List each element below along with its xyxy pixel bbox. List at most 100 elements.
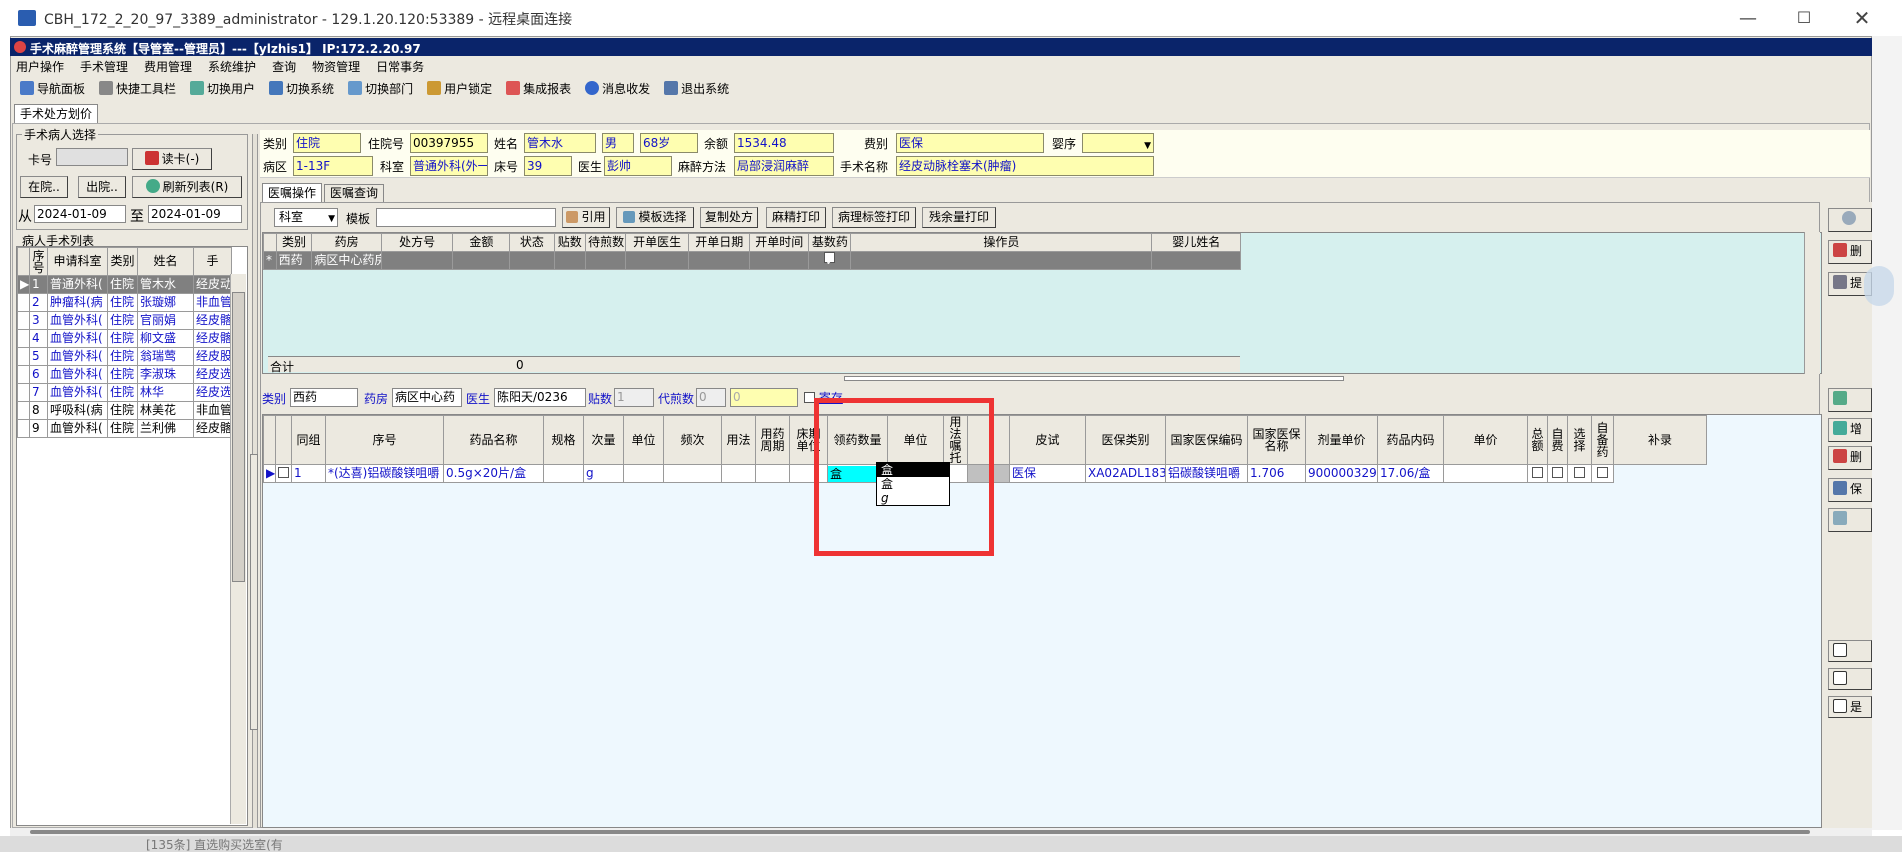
menu-query[interactable]: 查询 bbox=[272, 60, 296, 74]
cell[interactable]: 管木水 bbox=[137, 275, 194, 294]
name-field[interactable]: 管木水 bbox=[524, 133, 596, 153]
cell[interactable]: 林美花 bbox=[137, 401, 194, 420]
add-button[interactable]: 增 bbox=[1828, 418, 1872, 442]
upper-grid-scrollbar[interactable] bbox=[1804, 232, 1820, 374]
cell[interactable]: 血管外科( bbox=[47, 383, 108, 402]
cell-ins-code[interactable]: XA02ADL183A bbox=[1085, 464, 1166, 483]
sex-field[interactable]: 男 bbox=[602, 133, 634, 153]
messages-button[interactable]: 消息收发 bbox=[585, 81, 650, 96]
help-button-2[interactable] bbox=[1828, 668, 1872, 690]
cell-ins-type[interactable]: 医保 bbox=[1009, 464, 1086, 483]
table-row[interactable]: 5 血管外科(住院 翁瑞莺 经皮股 bbox=[17, 347, 232, 366]
cell-unit[interactable]: g bbox=[583, 464, 624, 483]
cell[interactable]: 5 bbox=[29, 347, 48, 366]
minimize-button[interactable]: — bbox=[1736, 8, 1760, 29]
template-select-button[interactable]: 模板选择 bbox=[616, 207, 694, 228]
cell[interactable]: 住院 bbox=[107, 329, 138, 348]
cell[interactable]: 血管外科( bbox=[47, 347, 108, 366]
table-row[interactable]: 2 肿瘤科(病 住院 张璇娜 非血管 bbox=[17, 293, 232, 312]
discharged-button[interactable]: 出院.. bbox=[78, 176, 126, 198]
cell[interactable]: 非血管 bbox=[193, 293, 232, 312]
cell[interactable]: 经皮选 bbox=[193, 383, 232, 402]
card-input[interactable] bbox=[56, 148, 128, 166]
grid-resize-handle[interactable] bbox=[844, 376, 1344, 381]
cell[interactable]: 柳文盛 bbox=[137, 329, 194, 348]
age-field[interactable]: 68岁 bbox=[640, 133, 698, 153]
switch-dept-button[interactable]: 切换部门 bbox=[348, 81, 413, 96]
cell[interactable]: 3 bbox=[29, 311, 48, 330]
cell[interactable]: 2 bbox=[29, 293, 48, 312]
from-date-picker[interactable]: 2024-01-09 bbox=[34, 205, 126, 223]
pharmacy-select[interactable]: 病区中心药 bbox=[392, 388, 462, 407]
supplement-checkbox[interactable] bbox=[1597, 467, 1608, 478]
cell[interactable]: 经皮髂 bbox=[193, 311, 232, 330]
in-hospital-button[interactable]: 在院.. bbox=[20, 176, 68, 198]
cell[interactable]: 翁瑞莺 bbox=[137, 347, 194, 366]
tab-order-operate[interactable]: 医嘱操作 bbox=[262, 183, 322, 202]
cell[interactable]: 血管外科( bbox=[47, 419, 108, 438]
menu-surgery[interactable]: 手术管理 bbox=[80, 60, 128, 74]
table-row[interactable]: 7 血管外科(住院 林华 经皮选 bbox=[17, 383, 232, 402]
cell[interactable]: 经皮髂 bbox=[193, 329, 232, 348]
decoct-input[interactable]: 0 bbox=[696, 388, 726, 407]
cell[interactable]: 住院 bbox=[107, 293, 138, 312]
cell[interactable]: 血管外科( bbox=[47, 311, 108, 330]
cell-seq[interactable]: 1 bbox=[291, 464, 326, 483]
cell[interactable]: 兰利佛 bbox=[137, 419, 194, 438]
quote-button[interactable]: 引用 bbox=[562, 207, 610, 228]
menu-daily[interactable]: 日常事务 bbox=[376, 60, 424, 74]
tab-order-query[interactable]: 医嘱查询 bbox=[324, 184, 384, 202]
cell[interactable]: 住院 bbox=[107, 419, 138, 438]
balance-field[interactable]: 1534.48 bbox=[734, 133, 834, 153]
horizontal-scrollbar[interactable] bbox=[10, 828, 1872, 836]
delete-button[interactable]: 删 bbox=[1828, 240, 1872, 264]
inno-field[interactable]: 00397955 bbox=[410, 133, 488, 153]
self-pay-checkbox[interactable] bbox=[1532, 467, 1543, 478]
maximize-button[interactable]: ☐ bbox=[1792, 8, 1816, 28]
read-card-button[interactable]: 读卡(-) bbox=[132, 148, 212, 170]
tie-stepper[interactable]: 1 bbox=[614, 388, 654, 407]
anes-field[interactable]: 局部浸润麻醉 bbox=[734, 156, 834, 176]
lock-user-button[interactable]: 用户锁定 bbox=[427, 81, 492, 96]
cell[interactable]: 6 bbox=[29, 365, 48, 384]
cell-spec[interactable]: 0.5g×20片/盒 bbox=[443, 464, 544, 483]
group-checkbox[interactable] bbox=[278, 467, 289, 478]
nav-panel-button[interactable]: 导航面板 bbox=[20, 81, 85, 96]
type-field[interactable]: 住院 bbox=[293, 133, 361, 153]
menu-system[interactable]: 系统维护 bbox=[208, 60, 256, 74]
table-row[interactable]: 9 血管外科(住院 兰利佛 经皮髂 bbox=[17, 419, 232, 438]
cell[interactable]: 1 bbox=[29, 275, 48, 294]
exit-button[interactable]: 退出系统 bbox=[664, 81, 729, 96]
row-pharmacy[interactable]: 病区中心药房 bbox=[311, 251, 382, 270]
op-field[interactable]: 经皮动脉栓塞术(肿瘤) bbox=[896, 156, 1154, 176]
reports-button[interactable]: 集成报表 bbox=[506, 81, 571, 96]
baby-select[interactable]: ▼ bbox=[1082, 133, 1154, 153]
cell[interactable]: 住院 bbox=[107, 347, 138, 366]
residual-print-button[interactable]: 残余量打印 bbox=[922, 207, 996, 228]
surgery-list-scrollbar[interactable] bbox=[230, 274, 246, 824]
menu-material[interactable]: 物资管理 bbox=[312, 60, 360, 74]
cell[interactable]: 经皮髂 bbox=[193, 419, 232, 438]
cell[interactable]: 血管外科( bbox=[47, 329, 108, 348]
dept-field[interactable]: 普通外科(外一 bbox=[410, 156, 488, 176]
cell[interactable]: 经皮股 bbox=[193, 347, 232, 366]
close-button[interactable]: ✕ bbox=[1850, 6, 1874, 30]
pathology-label-print-button[interactable]: 病理标签打印 bbox=[832, 207, 916, 228]
taskbar-item[interactable]: [135条] 直选购买选室(有 bbox=[146, 836, 283, 853]
delete-row-button[interactable]: 删 bbox=[1828, 446, 1872, 470]
lower-grid-side[interactable] bbox=[250, 454, 258, 730]
cell[interactable]: 李淑珠 bbox=[137, 365, 194, 384]
cancel-button[interactable] bbox=[1828, 508, 1872, 532]
confirm-button[interactable]: 是 bbox=[1828, 696, 1872, 718]
switch-system-button[interactable]: 切换系统 bbox=[269, 81, 334, 96]
table-row[interactable]: 3 血管外科(住院 官丽娟 经皮髂 bbox=[17, 311, 232, 330]
base-drug-checkbox[interactable]: ✓ bbox=[824, 252, 835, 268]
bed-field[interactable]: 39 bbox=[524, 156, 572, 176]
search-button[interactable] bbox=[1828, 208, 1872, 232]
menu-fee[interactable]: 费用管理 bbox=[144, 60, 192, 74]
cell[interactable]: 呼吸科(病 bbox=[47, 401, 108, 420]
cell[interactable]: 7 bbox=[29, 383, 48, 402]
cell[interactable]: 住院 bbox=[107, 365, 138, 384]
cell-inner-code[interactable]: 9000003295 bbox=[1305, 464, 1378, 483]
cell[interactable]: 经皮动 bbox=[193, 275, 232, 294]
